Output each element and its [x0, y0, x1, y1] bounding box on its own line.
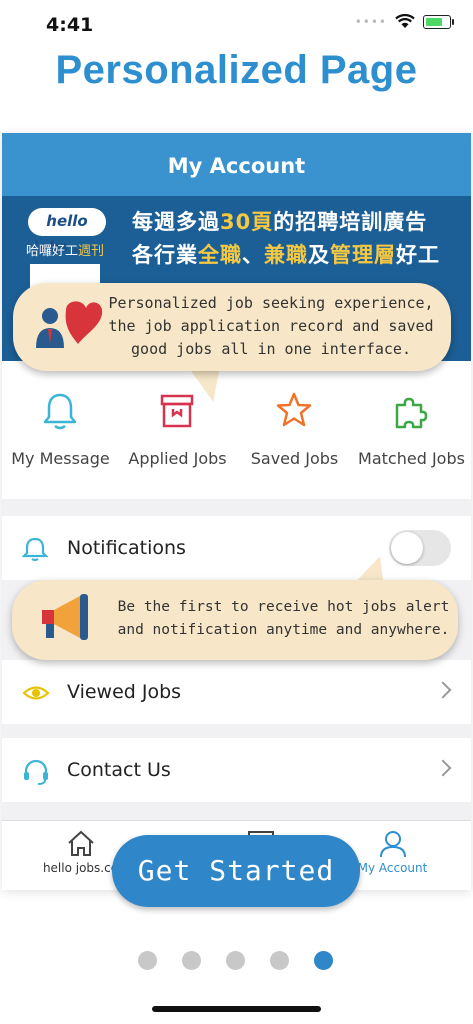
notifications-row: Notifications [2, 516, 471, 580]
bell-icon [22, 537, 48, 562]
page-indicator [138, 951, 333, 970]
home-indicator[interactable] [152, 1006, 321, 1012]
viewed-jobs-label: Viewed Jobs [67, 681, 182, 703]
viewed-jobs-row[interactable]: Viewed Jobs [2, 660, 471, 724]
megaphone-icon [42, 594, 88, 640]
matched-jobs-label: Matched Jobs [358, 449, 465, 468]
my-message-button[interactable]: My Message [2, 361, 119, 499]
status-time: 4:41 [46, 14, 94, 36]
notifications-toggle[interactable] [389, 530, 451, 566]
notifications-label: Notifications [67, 537, 186, 559]
shortcuts-panel: My Message Applied Jobs Saved Jobs Match… [2, 361, 471, 499]
chevron-right-icon [434, 681, 452, 699]
matched-jobs-button[interactable]: Matched Jobs [353, 361, 470, 499]
wifi-icon [395, 14, 415, 28]
contact-us-label: Contact Us [67, 759, 171, 781]
banner-tagline: 哈囉好工週刊 [26, 244, 105, 259]
page-dot[interactable] [226, 951, 245, 970]
callout-text-2: Be the first to receive hot jobs alert a… [117, 599, 450, 638]
app-screen: My Account hello jobs weekly 哈囉好工週刊 每週多過… [2, 133, 471, 890]
status-icons: •••• [354, 14, 454, 29]
eye-icon [22, 686, 50, 700]
archive-box-icon [160, 394, 194, 428]
page-dot[interactable] [270, 951, 289, 970]
banner-headline-2: 各行業全職、兼職及管理層好工 [132, 243, 440, 267]
banner-headline-1: 每週多過30頁的招聘培訓廣告 [132, 210, 428, 234]
saved-jobs-button[interactable]: Saved Jobs [236, 361, 353, 499]
puzzle-icon [395, 397, 428, 429]
signal-icon: •••• [354, 14, 387, 29]
header-title: My Account [2, 133, 471, 196]
headset-icon [24, 759, 48, 785]
page-dot-active[interactable] [314, 951, 333, 970]
contact-us-row[interactable]: Contact Us [2, 738, 471, 802]
page-dot[interactable] [182, 951, 201, 970]
person-icon [380, 831, 406, 858]
hellojobs-logo: hello jobs weekly [28, 208, 106, 256]
star-icon [276, 392, 312, 427]
home-icon [68, 830, 94, 856]
applied-jobs-label: Applied Jobs [128, 449, 227, 468]
get-started-button[interactable]: Get Started [112, 835, 360, 907]
my-message-label: My Message [11, 449, 110, 468]
page-title: Personalized Page [55, 48, 418, 92]
battery-icon [423, 14, 454, 29]
bell-icon [43, 393, 77, 430]
callout-text-1: Personalized job seeking experience, the… [108, 294, 434, 358]
saved-jobs-label: Saved Jobs [250, 449, 339, 468]
page-dot[interactable] [138, 951, 157, 970]
chevron-right-icon [434, 759, 452, 777]
job-seeker-heart-icon [36, 301, 103, 348]
